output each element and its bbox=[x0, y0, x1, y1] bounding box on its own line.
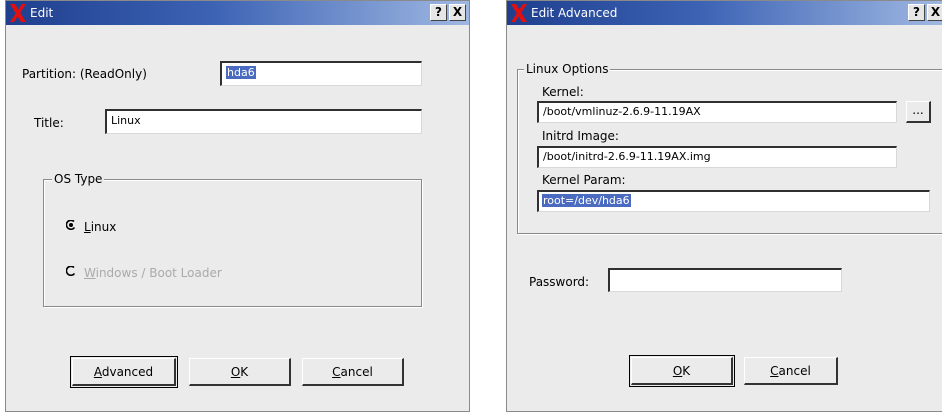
close-button[interactable]: X bbox=[927, 4, 942, 21]
window-title: Edit Advanced bbox=[531, 6, 618, 20]
os-type-group bbox=[43, 179, 422, 307]
title-label: Title: bbox=[34, 116, 64, 130]
title-value: Linux bbox=[111, 114, 141, 127]
x-logo-icon bbox=[511, 4, 527, 22]
initrd-label: Initrd Image: bbox=[542, 129, 619, 143]
close-button[interactable]: X bbox=[449, 4, 466, 21]
edit-advanced-dialog: Edit Advanced ? X Linux Options Kernel: … bbox=[506, 0, 942, 412]
ok-button[interactable]: OK bbox=[629, 355, 735, 387]
kernel-label: Kernel: bbox=[542, 85, 584, 99]
initrd-field[interactable]: /boot/initrd-2.6.9-11.19AX.img bbox=[537, 146, 897, 168]
edit-dialog: Edit ? X Partition: (ReadOnly) hda6 Titl… bbox=[5, 0, 470, 412]
kernel-field[interactable]: /boot/vmlinuz-2.6.9-11.19AX bbox=[537, 101, 897, 123]
radio-linux[interactable] bbox=[66, 220, 76, 230]
title-field[interactable]: Linux bbox=[105, 109, 422, 134]
cancel-button[interactable]: Cancel bbox=[302, 358, 404, 386]
password-label: Password: bbox=[529, 275, 590, 289]
kernel-value: /boot/vmlinuz-2.6.9-11.19AX bbox=[543, 105, 701, 118]
password-field[interactable] bbox=[608, 268, 842, 292]
help-button[interactable]: ? bbox=[908, 4, 925, 21]
kernel-param-value: root=/dev/hda6 bbox=[542, 194, 631, 207]
partition-field[interactable]: hda6 bbox=[220, 61, 422, 86]
kernel-param-field[interactable]: root=/dev/hda6 bbox=[537, 190, 930, 212]
browse-button[interactable]: ... bbox=[906, 101, 931, 123]
radio-linux-label: Linux bbox=[84, 220, 117, 234]
x-logo-icon bbox=[10, 4, 26, 22]
window-title: Edit bbox=[30, 6, 54, 20]
edit-advanced-titlebar[interactable]: Edit Advanced ? X bbox=[507, 1, 942, 25]
radio-windows-label: Windows / Boot Loader bbox=[84, 266, 222, 280]
partition-value: hda6 bbox=[226, 66, 256, 79]
linux-options-legend: Linux Options bbox=[524, 62, 611, 76]
edit-titlebar[interactable]: Edit ? X bbox=[6, 1, 469, 25]
kernel-param-label: Kernel Param: bbox=[542, 173, 626, 187]
os-type-legend: OS Type bbox=[52, 172, 105, 186]
advanced-button[interactable]: Advanced bbox=[70, 356, 178, 388]
help-button[interactable]: ? bbox=[430, 4, 447, 21]
radio-windows[interactable] bbox=[66, 266, 76, 276]
partition-label: Partition: (ReadOnly) bbox=[22, 67, 147, 81]
cancel-button[interactable]: Cancel bbox=[744, 357, 838, 385]
initrd-value: /boot/initrd-2.6.9-11.19AX.img bbox=[543, 150, 711, 163]
ok-button[interactable]: OK bbox=[189, 358, 291, 386]
